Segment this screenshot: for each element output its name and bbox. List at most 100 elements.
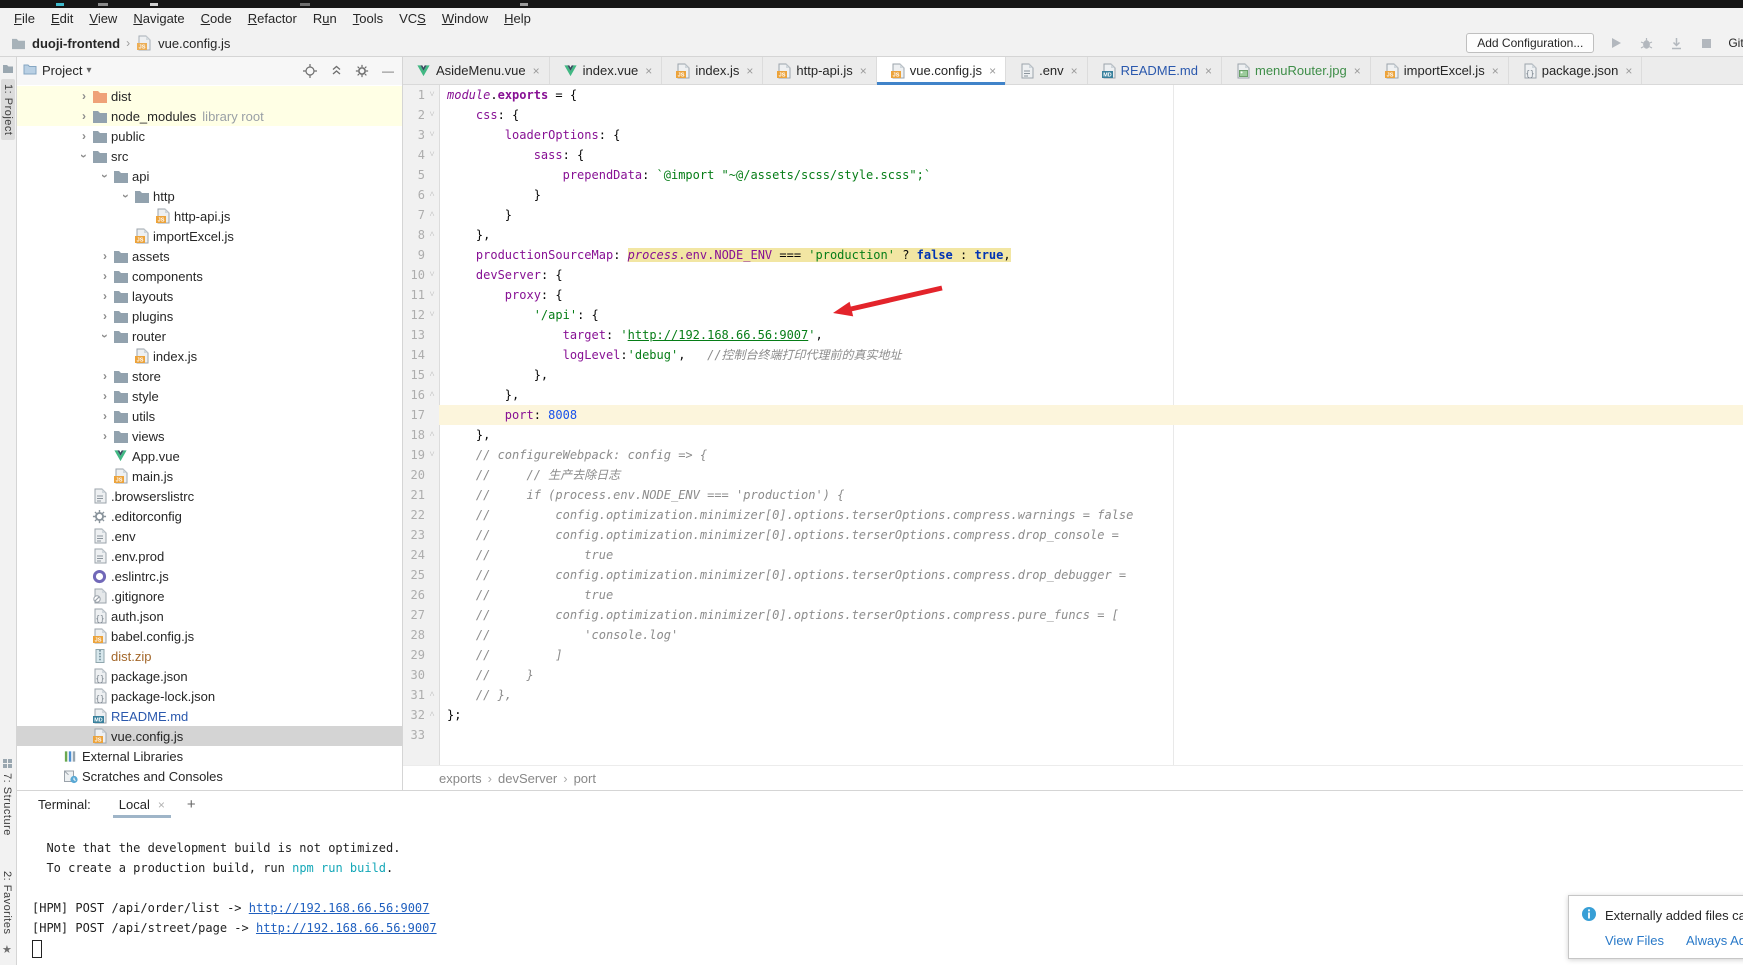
breadcrumb-project-name[interactable]: duoji-frontend	[32, 36, 120, 51]
tree-row-dist[interactable]: ›dist	[17, 86, 402, 106]
tree-row-layouts[interactable]: ›layouts	[17, 286, 402, 306]
fold-marker-icon[interactable]: ˄	[425, 205, 439, 225]
menu-navigate[interactable]: Navigate	[125, 8, 192, 30]
fold-marker-icon[interactable]: ˄	[425, 365, 439, 385]
tree-row-importexcel-js[interactable]: ›JSimportExcel.js	[17, 226, 402, 246]
fold-marker-icon[interactable]: ˅	[425, 305, 439, 325]
tree-row-utils[interactable]: ›utils	[17, 406, 402, 426]
tree-row-main-js[interactable]: ›JSmain.js	[17, 466, 402, 486]
chevron-open-icon[interactable]: ›	[119, 188, 133, 204]
chevron-closed-icon[interactable]: ›	[76, 89, 92, 103]
breadcrumb-exports[interactable]: exports	[435, 771, 486, 786]
tree-row--browserslistrc[interactable]: ›.browserslistrc	[17, 486, 402, 506]
chevron-open-icon[interactable]: ›	[98, 168, 112, 184]
close-icon[interactable]: ×	[158, 798, 165, 812]
breadcrumb-port[interactable]: port	[570, 771, 600, 786]
tree-row--env-prod[interactable]: ›.env.prod	[17, 546, 402, 566]
stripe-favorites-button[interactable]: 2: Favorites	[1, 871, 13, 934]
run-icon[interactable]	[1608, 35, 1624, 51]
tree-row-node-modules[interactable]: ›node_moduleslibrary root	[17, 106, 402, 126]
menu-view[interactable]: View	[81, 8, 125, 30]
update-icon[interactable]	[1668, 35, 1684, 51]
menu-file[interactable]: File	[6, 8, 43, 30]
terminal-tab-local[interactable]: Local ×	[113, 791, 171, 818]
tree-row-views[interactable]: ›views	[17, 426, 402, 446]
tab-package-json[interactable]: {}package.json×	[1509, 57, 1643, 84]
tree-row-app-vue[interactable]: ›App.vue	[17, 446, 402, 466]
fold-marker-icon[interactable]: ˄	[425, 185, 439, 205]
tree-row-vue-config-js[interactable]: ›JSvue.config.js	[17, 726, 402, 746]
tree-row-api[interactable]: ›api	[17, 166, 402, 186]
chevron-closed-icon[interactable]: ›	[97, 249, 113, 263]
fold-marker-icon[interactable]: ˄	[425, 685, 439, 705]
tree-row-public[interactable]: ›public	[17, 126, 402, 146]
tab-menurouter-jpg[interactable]: menuRouter.jpg×	[1222, 57, 1371, 84]
tab-http-api-js[interactable]: JShttp-api.js×	[763, 57, 876, 84]
chevron-closed-icon[interactable]: ›	[97, 369, 113, 383]
breadcrumb-file-name[interactable]: vue.config.js	[158, 36, 230, 51]
tree-row-scratches-and-consoles[interactable]: Scratches and Consoles	[17, 766, 402, 786]
terminal-output[interactable]: Note that the development build is not o…	[17, 818, 1743, 958]
tree-row-index-js[interactable]: ›JSindex.js	[17, 346, 402, 366]
close-icon[interactable]: ×	[860, 65, 867, 77]
tree-row-src[interactable]: ›src	[17, 146, 402, 166]
close-icon[interactable]: ×	[746, 65, 753, 77]
tree-row--editorconfig[interactable]: ›.editorconfig	[17, 506, 402, 526]
locate-file-icon[interactable]	[302, 63, 318, 79]
chevron-closed-icon[interactable]: ›	[97, 389, 113, 403]
project-panel-title[interactable]: Project	[42, 63, 82, 78]
tab-importexcel-js[interactable]: JSimportExcel.js×	[1371, 57, 1509, 84]
fold-marker-icon[interactable]: ˄	[425, 385, 439, 405]
tree-row-assets[interactable]: ›assets	[17, 246, 402, 266]
chevron-closed-icon[interactable]: ›	[97, 309, 113, 323]
tab-asidemenu-vue[interactable]: AsideMenu.vue×	[403, 57, 550, 84]
tree-row-components[interactable]: ›components	[17, 266, 402, 286]
close-icon[interactable]: ×	[1205, 65, 1212, 77]
new-terminal-icon[interactable]: +	[187, 796, 196, 813]
stripe-structure-button[interactable]: 7: Structure	[1, 773, 13, 836]
terminal-link[interactable]: http://192.168.66.56:9007	[249, 901, 430, 915]
close-icon[interactable]: ×	[1354, 65, 1361, 77]
tree-row-external-libraries[interactable]: External Libraries	[17, 746, 402, 766]
tree-row-dist-zip[interactable]: ›dist.zip	[17, 646, 402, 666]
fold-marker-icon[interactable]: ˅	[425, 285, 439, 305]
fold-marker-icon[interactable]: ˅	[425, 105, 439, 125]
always-add-link[interactable]: Always Add	[1686, 933, 1743, 948]
debug-icon[interactable]	[1638, 35, 1654, 51]
fold-marker-icon[interactable]: ˅	[425, 145, 439, 165]
fold-marker-icon[interactable]: ˄	[425, 425, 439, 445]
chevron-down-icon[interactable]: ▾	[86, 65, 91, 76]
chevron-closed-icon[interactable]: ›	[97, 289, 113, 303]
settings-gear-icon[interactable]	[354, 63, 370, 79]
tree-row-http[interactable]: ›http	[17, 186, 402, 206]
chevron-closed-icon[interactable]: ›	[97, 269, 113, 283]
git-label[interactable]: Git:	[1728, 36, 1743, 50]
tree-row-style[interactable]: ›style	[17, 386, 402, 406]
tab-readme-md[interactable]: MDREADME.md×	[1088, 57, 1222, 84]
menu-run[interactable]: Run	[305, 8, 345, 30]
menu-vcs[interactable]: VCS	[391, 8, 434, 30]
fold-marker-icon[interactable]: ˄	[425, 225, 439, 245]
tree-row-auth-json[interactable]: ›{}auth.json	[17, 606, 402, 626]
code-editor[interactable]: 1˅module.exports = {2˅ css: {3˅ loaderOp…	[403, 85, 1743, 765]
chevron-closed-icon[interactable]: ›	[97, 409, 113, 423]
fold-marker-icon[interactable]: ˅	[425, 125, 439, 145]
stop-icon[interactable]	[1698, 35, 1714, 51]
tree-row-router[interactable]: ›router	[17, 326, 402, 346]
tree-row--env[interactable]: ›.env	[17, 526, 402, 546]
close-icon[interactable]: ×	[1071, 65, 1078, 77]
close-icon[interactable]: ×	[645, 65, 652, 77]
chevron-closed-icon[interactable]: ›	[76, 109, 92, 123]
hide-panel-icon[interactable]: —	[380, 63, 396, 79]
tab-vue-config-js[interactable]: JSvue.config.js×	[877, 57, 1006, 84]
tree-row-babel-config-js[interactable]: ›JSbabel.config.js	[17, 626, 402, 646]
close-icon[interactable]: ×	[1492, 65, 1499, 77]
favorites-star-icon[interactable]: ★	[2, 943, 14, 955]
close-icon[interactable]: ×	[1625, 65, 1632, 77]
menu-code[interactable]: Code	[193, 8, 240, 30]
close-icon[interactable]: ×	[533, 65, 540, 77]
fold-marker-icon[interactable]: ˅	[425, 85, 439, 105]
add-configuration-button[interactable]: Add Configuration...	[1466, 33, 1594, 53]
view-files-link[interactable]: View Files	[1605, 933, 1664, 948]
chevron-open-icon[interactable]: ›	[98, 328, 112, 344]
